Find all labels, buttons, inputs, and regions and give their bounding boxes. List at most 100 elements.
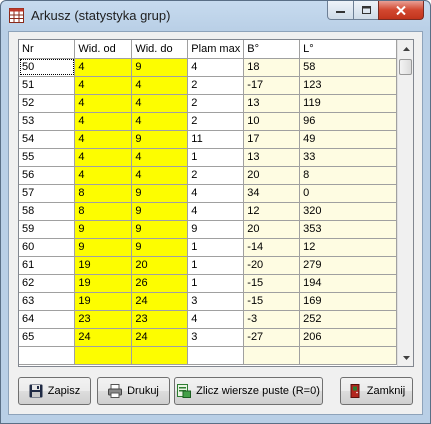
table-cell[interactable]: 23 bbox=[131, 310, 189, 329]
table-cell[interactable]: 320 bbox=[299, 202, 397, 221]
table-cell[interactable]: 123 bbox=[299, 76, 397, 95]
header-plam-max[interactable]: Plam max bbox=[187, 40, 245, 59]
table-row[interactable]: 58 8 9 4 12 320 bbox=[19, 202, 397, 221]
table-row[interactable] bbox=[19, 346, 397, 365]
table-cell[interactable]: 33 bbox=[299, 148, 397, 167]
count-empty-rows-button[interactable]: Zlicz wiersze puste (R=0) bbox=[174, 377, 323, 405]
table-row[interactable]: 54 4 9 11 17 49 bbox=[19, 130, 397, 149]
header-wid-od[interactable]: Wid. od bbox=[74, 40, 133, 59]
table-cell[interactable]: 169 bbox=[299, 292, 397, 311]
header-b[interactable]: B° bbox=[243, 40, 301, 59]
table-cell[interactable]: 60 bbox=[19, 238, 76, 257]
table-cell[interactable]: 4 bbox=[131, 112, 189, 131]
table-cell[interactable]: 4 bbox=[74, 130, 133, 149]
table-cell[interactable]: 2 bbox=[187, 112, 245, 131]
table-cell[interactable]: 9 bbox=[131, 130, 189, 149]
table-row[interactable]: 60 9 9 1 -14 12 bbox=[19, 238, 397, 257]
table-cell[interactable]: 4 bbox=[187, 310, 245, 329]
table-cell[interactable]: 19 bbox=[74, 274, 133, 293]
table-cell[interactable]: 49 bbox=[299, 130, 397, 149]
table-cell[interactable]: 2 bbox=[187, 94, 245, 113]
table-row[interactable]: 56 4 4 2 20 8 bbox=[19, 166, 397, 185]
table-cell[interactable]: 279 bbox=[299, 256, 397, 275]
table-cell[interactable]: 57 bbox=[19, 184, 76, 203]
table-cell[interactable]: 51 bbox=[19, 76, 76, 95]
table-cell[interactable]: 50 bbox=[19, 58, 76, 77]
table-cell[interactable]: 13 bbox=[243, 94, 301, 113]
table-cell[interactable]: 1 bbox=[187, 274, 245, 293]
table-cell[interactable]: 4 bbox=[187, 58, 245, 77]
table-cell[interactable]: 64 bbox=[19, 310, 76, 329]
table-cell[interactable]: 52 bbox=[19, 94, 76, 113]
table-row[interactable]: 63 19 24 3 -15 169 bbox=[19, 292, 397, 311]
header-l[interactable]: L° bbox=[299, 40, 397, 59]
scroll-down-button[interactable] bbox=[398, 349, 414, 366]
table-cell[interactable]: 58 bbox=[299, 58, 397, 77]
table-cell[interactable] bbox=[299, 346, 397, 365]
table-cell[interactable]: 18 bbox=[243, 58, 301, 77]
table-cell[interactable]: 252 bbox=[299, 310, 397, 329]
table-cell[interactable]: 8 bbox=[74, 202, 133, 221]
table-cell[interactable]: 58 bbox=[19, 202, 76, 221]
table-cell[interactable]: 206 bbox=[299, 328, 397, 347]
table-cell[interactable]: 53 bbox=[19, 112, 76, 131]
table-cell[interactable]: 11 bbox=[187, 130, 245, 149]
table-cell[interactable]: 19 bbox=[74, 292, 133, 311]
table-cell[interactable]: 0 bbox=[299, 184, 397, 203]
table-row[interactable]: 65 24 24 3 -27 206 bbox=[19, 328, 397, 347]
print-button[interactable]: Drukuj bbox=[97, 377, 170, 405]
table-cell[interactable]: 23 bbox=[74, 310, 133, 329]
table-cell[interactable]: 24 bbox=[131, 328, 189, 347]
table-cell[interactable]: 4 bbox=[187, 202, 245, 221]
table-cell[interactable]: 4 bbox=[74, 58, 133, 77]
table-cell[interactable] bbox=[187, 346, 245, 365]
table-row[interactable]: 55 4 4 1 13 33 bbox=[19, 148, 397, 167]
minimize-button[interactable] bbox=[327, 1, 354, 20]
scroll-up-button[interactable] bbox=[398, 40, 414, 57]
table-cell[interactable]: 8 bbox=[74, 184, 133, 203]
header-nr[interactable]: Nr bbox=[19, 40, 76, 59]
table-cell[interactable]: 62 bbox=[19, 274, 76, 293]
table-cell[interactable]: 59 bbox=[19, 220, 76, 239]
table-cell[interactable]: 9 bbox=[131, 220, 189, 239]
table-row[interactable]: 61 19 20 1 -20 279 bbox=[19, 256, 397, 275]
table-cell[interactable]: -3 bbox=[243, 310, 301, 329]
table-cell[interactable]: 55 bbox=[19, 148, 76, 167]
table-row[interactable]: 64 23 23 4 -3 252 bbox=[19, 310, 397, 329]
table-cell[interactable]: 20 bbox=[243, 220, 301, 239]
table-cell[interactable]: 54 bbox=[19, 130, 76, 149]
table-cell[interactable]: -27 bbox=[243, 328, 301, 347]
table-cell[interactable]: 353 bbox=[299, 220, 397, 239]
table-cell[interactable]: 10 bbox=[243, 112, 301, 131]
scroll-thumb[interactable] bbox=[399, 59, 412, 75]
table-cell[interactable]: -14 bbox=[243, 238, 301, 257]
table-cell[interactable]: 2 bbox=[187, 76, 245, 95]
table-cell[interactable]: 9 bbox=[131, 202, 189, 221]
table-cell[interactable]: 26 bbox=[131, 274, 189, 293]
table-cell[interactable]: 9 bbox=[74, 220, 133, 239]
table-cell[interactable]: 20 bbox=[131, 256, 189, 275]
table-cell[interactable]: 63 bbox=[19, 292, 76, 311]
table-cell[interactable]: 4 bbox=[187, 184, 245, 203]
table-cell[interactable]: 4 bbox=[131, 94, 189, 113]
table-cell[interactable]: 4 bbox=[131, 166, 189, 185]
table-cell[interactable]: 9 bbox=[131, 58, 189, 77]
table-cell[interactable]: -17 bbox=[243, 76, 301, 95]
table-cell[interactable]: 4 bbox=[74, 94, 133, 113]
table-cell[interactable]: 4 bbox=[131, 76, 189, 95]
table-cell[interactable]: 2 bbox=[187, 166, 245, 185]
table-cell[interactable]: 65 bbox=[19, 328, 76, 347]
table-cell[interactable]: 4 bbox=[74, 148, 133, 167]
close-window-button[interactable] bbox=[378, 1, 424, 20]
table-row[interactable]: 62 19 26 1 -15 194 bbox=[19, 274, 397, 293]
table-cell[interactable]: -15 bbox=[243, 274, 301, 293]
table-cell[interactable]: -20 bbox=[243, 256, 301, 275]
table-cell[interactable] bbox=[243, 346, 301, 365]
table-cell[interactable]: 3 bbox=[187, 328, 245, 347]
table-cell[interactable]: 61 bbox=[19, 256, 76, 275]
table-cell[interactable]: 9 bbox=[74, 238, 133, 257]
maximize-button[interactable] bbox=[353, 1, 379, 20]
table-cell[interactable]: 20 bbox=[243, 166, 301, 185]
table-cell[interactable]: 194 bbox=[299, 274, 397, 293]
table-row[interactable]: 53 4 4 2 10 96 bbox=[19, 112, 397, 131]
